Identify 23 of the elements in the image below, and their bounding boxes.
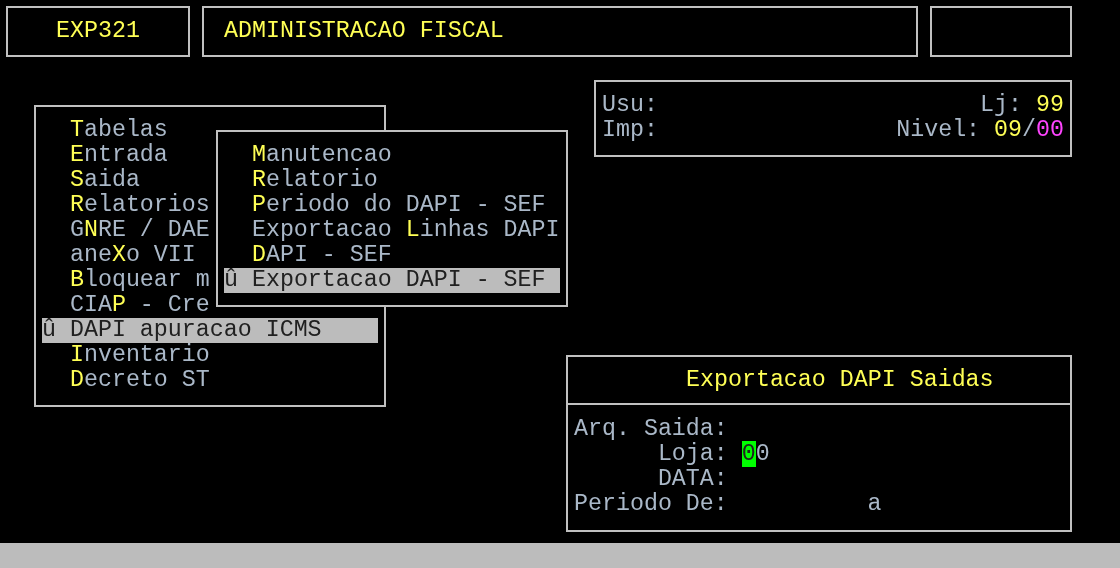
info-label: Imp:: [602, 118, 658, 143]
menu-item[interactable]: Exportacao Linhas DAPI: [224, 218, 560, 243]
info-label: Usu:: [602, 93, 658, 118]
field-label: Loja:: [656, 442, 728, 467]
field-label: Arq. Saida:: [574, 417, 728, 442]
info-label: Lj:: [980, 93, 1023, 118]
field-label: a: [867, 492, 882, 517]
info-label: Nivel:: [896, 118, 981, 143]
menu-item[interactable]: Periodo do DAPI - SEF: [224, 193, 560, 218]
program-code: EXP321: [56, 17, 140, 47]
menu-item[interactable]: û Exportacao DAPI - SEF: [224, 268, 560, 293]
menu-item[interactable]: Relatorio: [224, 168, 560, 193]
menu-item[interactable]: Decreto ST: [42, 368, 378, 393]
menu-item[interactable]: Manutencao: [224, 143, 560, 168]
info-value: 99: [1036, 93, 1064, 118]
dialog-title: Exportacao DAPI Saidas: [686, 365, 994, 395]
menu-item[interactable]: Inventario: [42, 343, 378, 368]
info-value: 09/00: [994, 118, 1064, 143]
field-label: DATA:: [656, 467, 728, 492]
menu-item[interactable]: û DAPI apuracao ICMS: [42, 318, 378, 343]
field-label: Periodo De:: [574, 492, 728, 517]
screen-title: ADMINISTRACAO FISCAL: [224, 17, 504, 47]
menu-item[interactable]: DAPI - SEF: [224, 243, 560, 268]
